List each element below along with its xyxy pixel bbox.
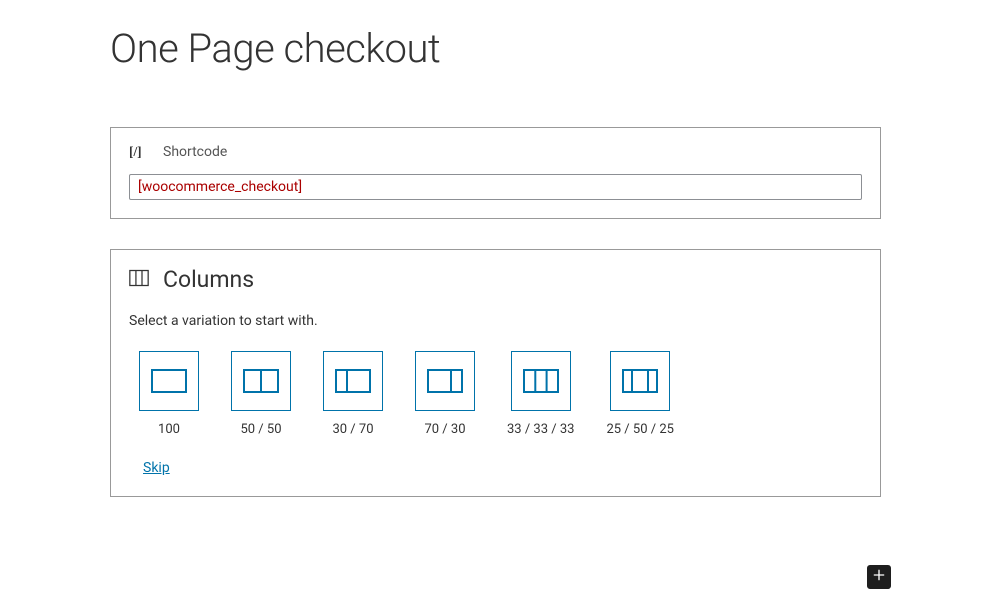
variation-100-icon — [139, 351, 199, 411]
variation-100-label: 100 — [158, 422, 180, 437]
skip-button[interactable]: Skip — [129, 460, 170, 476]
variation-30-70-label: 30 / 70 — [332, 422, 373, 437]
variation-50-50-icon — [231, 351, 291, 411]
variation-25-50-25[interactable]: 25 / 50 / 25 — [606, 351, 673, 437]
variation-25-50-25-icon — [610, 351, 670, 411]
variation-100[interactable]: 100 — [139, 351, 199, 437]
columns-block: Columns Select a variation to start with… — [110, 249, 881, 497]
variation-33-33-33-icon — [511, 351, 571, 411]
svg-text:[/]: [/] — [129, 144, 142, 159]
variation-50-50[interactable]: 50 / 50 — [231, 351, 291, 437]
columns-block-header: Columns — [129, 266, 862, 293]
plus-icon — [871, 567, 887, 587]
variation-30-70-icon — [323, 351, 383, 411]
variations-row: 100 50 / 50 30 / 70 — [129, 351, 862, 437]
shortcode-block-header: [/] Shortcode — [129, 142, 862, 162]
columns-icon — [129, 269, 149, 291]
add-block-button[interactable] — [867, 565, 891, 589]
variation-33-33-33-label: 33 / 33 / 33 — [507, 422, 574, 437]
variation-25-50-25-label: 25 / 50 / 25 — [606, 422, 673, 437]
variation-30-70[interactable]: 30 / 70 — [323, 351, 383, 437]
variation-70-30-icon — [415, 351, 475, 411]
variation-33-33-33[interactable]: 33 / 33 / 33 — [507, 351, 574, 437]
shortcode-input[interactable] — [129, 174, 862, 200]
shortcode-block-label: Shortcode — [163, 144, 227, 160]
shortcode-block: [/] Shortcode — [110, 127, 881, 219]
columns-block-title: Columns — [163, 266, 254, 293]
shortcode-icon: [/] — [129, 142, 149, 162]
variation-70-30-label: 70 / 30 — [424, 422, 465, 437]
variation-50-50-label: 50 / 50 — [240, 422, 281, 437]
variation-70-30[interactable]: 70 / 30 — [415, 351, 475, 437]
columns-description: Select a variation to start with. — [129, 313, 862, 329]
page-title: One Page checkout — [110, 25, 881, 72]
